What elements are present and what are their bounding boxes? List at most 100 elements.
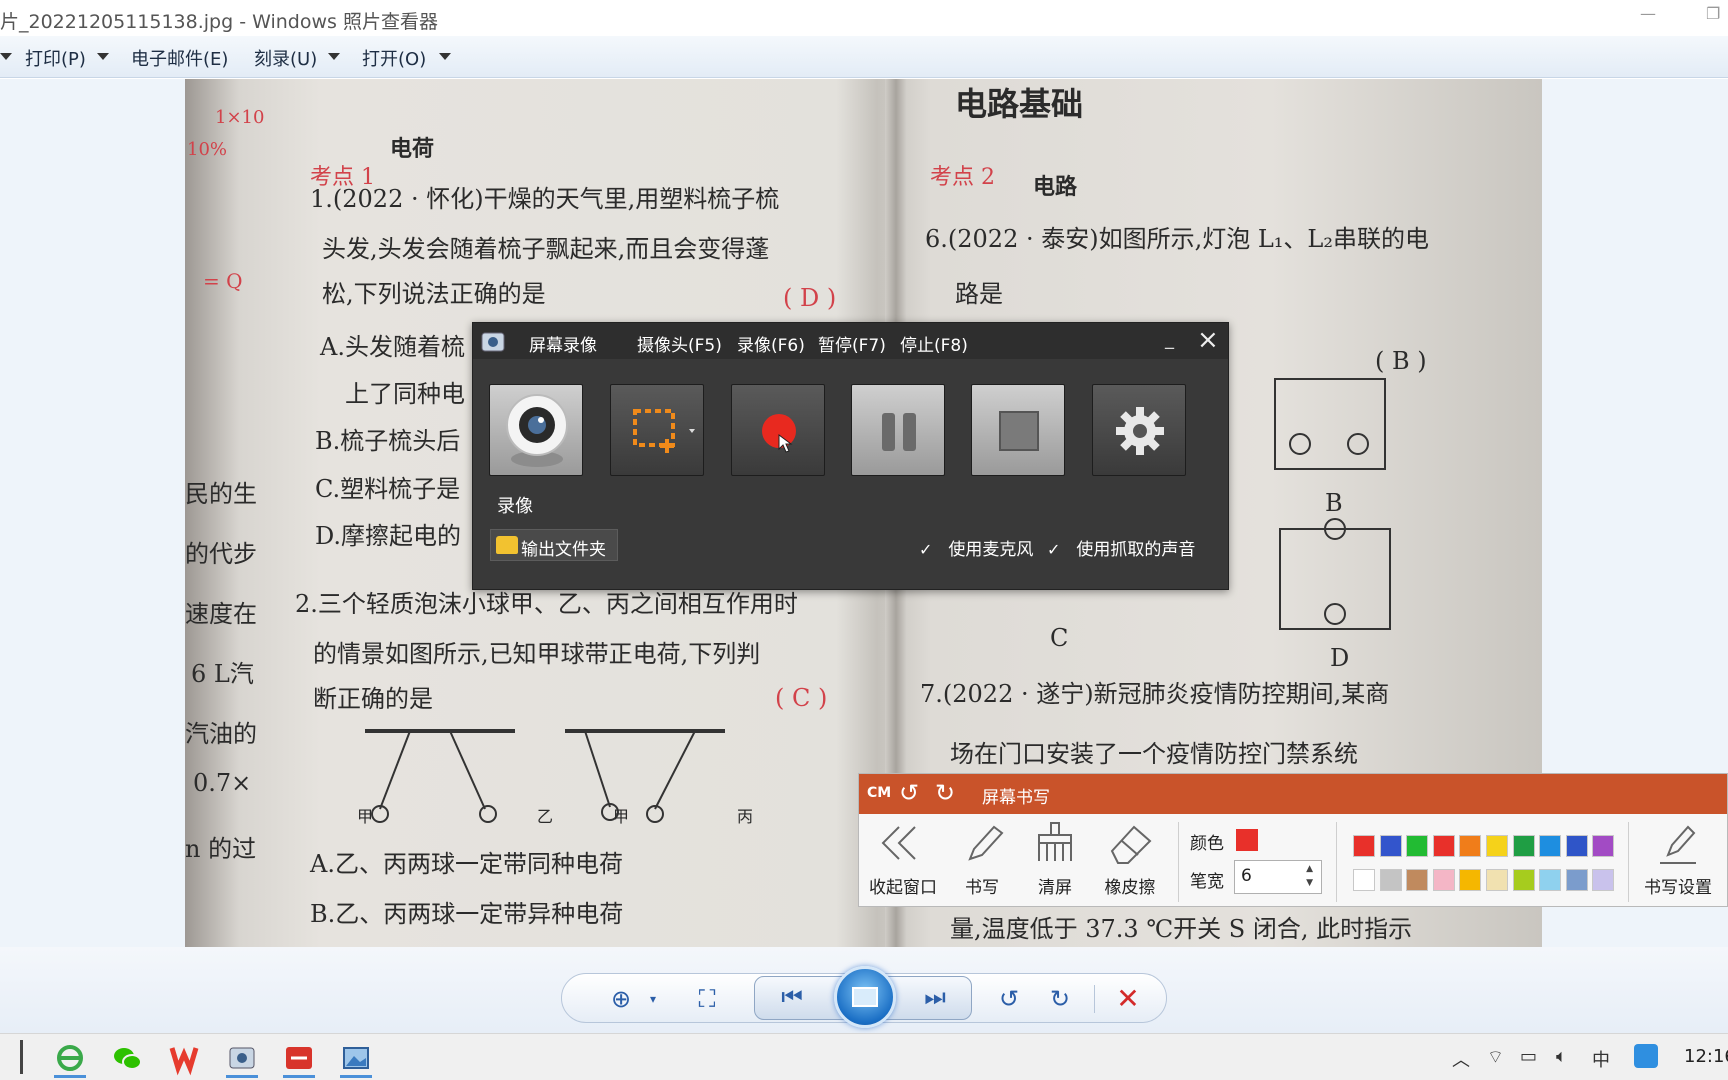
ime-indicator[interactable]: 中	[1592, 1046, 1610, 1072]
collapse-window-button[interactable]: 收起窗口	[865, 819, 941, 905]
taskbar-browser[interactable]	[48, 1038, 92, 1078]
minimize-button[interactable]: —	[1640, 4, 1656, 23]
record-shortcut[interactable]: 录像(F6)	[737, 331, 805, 356]
color-swatch[interactable]	[1459, 869, 1482, 891]
pen-width-input[interactable]: 6 ▲ ▼	[1234, 860, 1322, 894]
close-icon[interactable]: ×	[1197, 325, 1219, 355]
menu-email[interactable]: 电子邮件(E)	[131, 45, 228, 71]
browser-e-icon	[57, 1045, 83, 1071]
question-text: 头发,头发会随着梳子飘起来,而且会变得蓬	[322, 235, 770, 263]
settings-button[interactable]	[1092, 384, 1186, 476]
color-swatch[interactable]	[1406, 835, 1429, 857]
color-swatch[interactable]	[1432, 835, 1455, 857]
taskbar-wechat[interactable]	[105, 1038, 149, 1078]
double-chevron-left-icon	[881, 826, 916, 860]
color-swatch[interactable]	[1379, 869, 1402, 891]
color-swatch[interactable]	[1353, 869, 1375, 891]
recorder-title: 屏幕录像	[529, 336, 597, 356]
output-folder-button[interactable]: 输出文件夹	[490, 529, 618, 561]
rotate-counterclockwise-icon[interactable]: ↺	[992, 983, 1026, 1015]
eraser-button[interactable]: 橡皮擦	[1092, 819, 1168, 905]
maximize-button[interactable]: ❐	[1706, 4, 1720, 23]
wechat-icon	[114, 1048, 142, 1070]
chevron-down-icon[interactable]	[328, 53, 340, 60]
clock[interactable]: 12:16	[1684, 1046, 1728, 1067]
color-swatch[interactable]	[1353, 835, 1375, 857]
delete-icon[interactable]: ✕	[1111, 983, 1145, 1015]
pendulum-diagram	[365, 729, 725, 823]
redo-icon[interactable]: ↻	[935, 779, 955, 807]
taskbar-recorder[interactable]	[220, 1038, 264, 1078]
color-swatch[interactable]	[1379, 835, 1402, 857]
color-swatch[interactable]	[1592, 869, 1615, 891]
running-indicator	[54, 1075, 86, 1078]
use-capture-sound-checkbox[interactable]: ✓ 使用抓取的声音	[1047, 535, 1195, 560]
menu-burn[interactable]: 刻录(U)	[254, 45, 317, 71]
chevron-down-icon[interactable]	[97, 53, 109, 60]
zoom-icon[interactable]: ⊕	[604, 983, 638, 1015]
window-title: 片_20221205115138.jpg - Windows 照片查看器	[0, 11, 438, 33]
pen-width-label: 笔宽	[1190, 872, 1224, 892]
chapter-heading: 电路基础	[955, 85, 1084, 123]
writer-title-bar: CM ↺ ↻ 屏幕书写	[859, 774, 1727, 814]
menu-print[interactable]: 打印(P)	[25, 45, 86, 71]
undo-icon[interactable]: ↺	[899, 779, 919, 807]
chevron-down-icon[interactable]: ▾	[636, 983, 670, 1015]
color-swatch[interactable]	[1512, 835, 1535, 857]
menu-open[interactable]: 打开(O)	[362, 45, 426, 71]
pause-button[interactable]	[851, 384, 945, 476]
color-swatch[interactable]	[1406, 869, 1429, 891]
option-text: 上了同种电	[345, 380, 465, 408]
slideshow-icon	[852, 987, 878, 1007]
color-swatch[interactable]	[1512, 869, 1535, 891]
color-swatch[interactable]	[1539, 869, 1562, 891]
chevron-down-icon[interactable]	[0, 53, 12, 60]
wifi-icon[interactable]: ⌔	[1487, 1046, 1504, 1069]
next-icon[interactable]: ⏭	[918, 981, 952, 1013]
pen-settings-icon	[1660, 825, 1696, 864]
record-button[interactable]	[731, 384, 825, 476]
question-text: 的情景如图所示,已知甲球带正电荷,下列判	[313, 640, 761, 668]
color-swatch[interactable]	[1565, 869, 1588, 891]
current-color-swatch[interactable]	[1236, 829, 1258, 851]
color-swatch[interactable]	[1539, 835, 1562, 857]
taskbar-wps[interactable]	[162, 1038, 206, 1078]
chevron-down-icon[interactable]	[439, 53, 451, 60]
taskbar-cm-writer[interactable]	[277, 1038, 321, 1078]
minimize-icon[interactable]: _	[1165, 329, 1174, 350]
qq-icon[interactable]	[1634, 1044, 1658, 1068]
spin-up-icon[interactable]: ▲	[1306, 864, 1313, 874]
select-region-button[interactable]	[610, 384, 704, 476]
rotate-clockwise-icon[interactable]: ↻	[1043, 983, 1077, 1015]
battery-icon[interactable]: ▭	[1520, 1046, 1537, 1067]
previous-icon[interactable]: ⏮	[775, 981, 809, 1013]
show-desktop-divider[interactable]	[20, 1040, 23, 1074]
use-mic-checkbox[interactable]: ✓ 使用麦克风	[919, 535, 1033, 560]
margin-note: 10%	[187, 139, 228, 160]
camera-shortcut[interactable]: 摄像头(F5)	[637, 331, 722, 356]
color-swatch[interactable]	[1486, 835, 1508, 857]
spin-down-icon[interactable]: ▼	[1306, 878, 1313, 888]
taskbar-photo-viewer[interactable]	[334, 1038, 378, 1078]
clear-screen-button[interactable]: 清屏	[1017, 819, 1093, 905]
volume-icon[interactable]: 🔈︎	[1556, 1046, 1567, 1067]
question-text: 断正确的是	[313, 685, 433, 713]
color-swatch[interactable]	[1432, 869, 1455, 891]
color-swatch[interactable]	[1592, 835, 1615, 857]
chevron-up-icon[interactable]: ︿	[1452, 1046, 1470, 1072]
writing-settings-button[interactable]: 书写设置	[1640, 819, 1716, 905]
slideshow-button[interactable]	[834, 966, 896, 1028]
webcam-button[interactable]	[489, 384, 583, 476]
stop-button[interactable]	[971, 384, 1065, 476]
actual-size-icon[interactable]: ⛶	[690, 983, 724, 1015]
write-button[interactable]: 书写	[944, 819, 1020, 905]
stop-shortcut[interactable]: 停止(F8)	[900, 331, 968, 356]
color-swatch[interactable]	[1565, 835, 1588, 857]
divider	[1178, 822, 1179, 902]
pause-shortcut[interactable]: 暂停(F7)	[818, 331, 886, 356]
color-swatch[interactable]	[1486, 869, 1508, 891]
color-swatch[interactable]	[1459, 835, 1482, 857]
menu-bar: 打印(P) 电子邮件(E) 刻录(U) 打开(O)	[0, 36, 1728, 78]
question-text: 量,温度低于 37.3 ℃开关 S 闭合, 此时指示	[950, 915, 1413, 943]
webcam-icon	[506, 394, 568, 467]
